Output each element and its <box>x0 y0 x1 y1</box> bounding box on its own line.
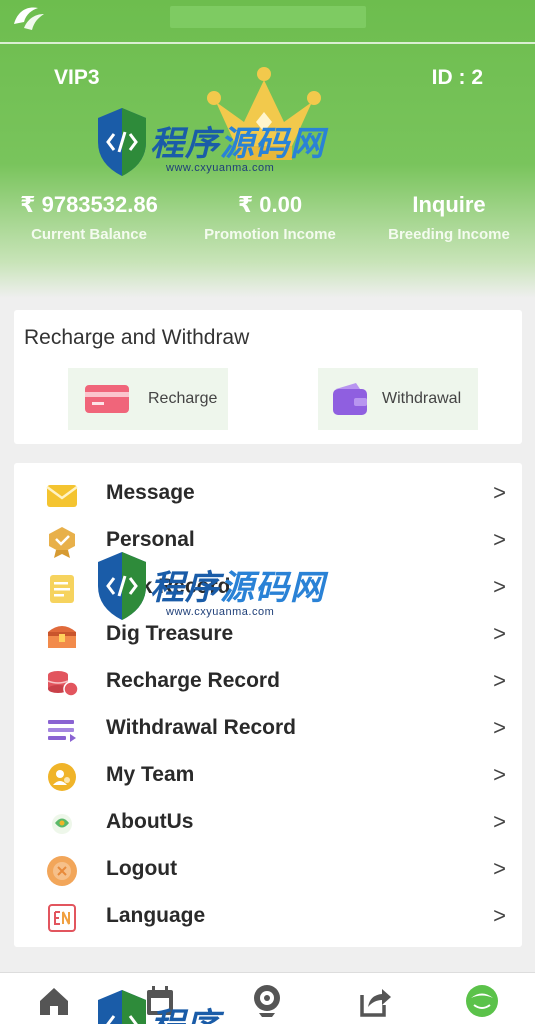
watermark-text: 程序源码网 <box>150 116 325 165</box>
chevron-right-icon: > <box>493 480 506 505</box>
menu-label-language: Language <box>106 904 206 927</box>
language-icon <box>48 904 76 932</box>
chevron-right-icon: > <box>493 621 506 646</box>
watermark-url: www.cxyuanma.com <box>166 162 275 174</box>
menu-item-language[interactable]: Language > <box>14 894 522 940</box>
stat-breeding-income[interactable]: Inquire Breeding Income <box>360 188 535 243</box>
chevron-right-icon: > <box>493 527 506 552</box>
menu-item-message[interactable]: Message > <box>14 471 522 517</box>
watermark: 程序 <box>92 984 332 1024</box>
current-balance-label: Current Balance <box>31 226 147 243</box>
withdrawal-button[interactable]: Withdrawal <box>318 368 478 430</box>
menu-item-logout[interactable]: Logout > <box>14 847 522 893</box>
share-icon[interactable] <box>354 981 394 1021</box>
menu-list: Message > Personal > Task Record > Dig T… <box>14 463 522 947</box>
chevron-right-icon: > <box>493 574 506 599</box>
watermark: 程序源码网 www.cxyuanma.com <box>92 546 332 642</box>
recharge-withdraw-title: Recharge and Withdraw <box>24 326 250 349</box>
watermark-text-b: 源码网 <box>220 124 325 164</box>
credit-card-icon <box>85 385 129 413</box>
user-id: ID : 2 <box>431 66 483 89</box>
logout-icon <box>47 856 77 886</box>
menu-label-logout: Logout <box>106 857 178 880</box>
wallet-icon <box>333 383 367 415</box>
chevron-right-icon: > <box>493 715 506 740</box>
chevron-right-icon: > <box>493 903 506 928</box>
chevron-right-icon: > <box>493 809 506 834</box>
watermark-text: 程序 <box>150 998 220 1024</box>
chevron-right-icon: > <box>493 856 506 881</box>
vip-level: VIP3 <box>54 66 100 89</box>
document-icon <box>50 575 74 603</box>
watermark-text-b: 源码网 <box>220 568 325 608</box>
envelope-icon <box>46 485 78 507</box>
menu-label-withdrawal-record: Withdrawal Record <box>106 716 297 739</box>
watermark-text-a: 程序 <box>150 568 220 608</box>
menu-item-withdrawal-record[interactable]: Withdrawal Record > <box>14 706 522 752</box>
top-bar <box>0 0 535 44</box>
watermark-text-a: 程序 <box>150 1006 220 1024</box>
badge-icon <box>49 527 75 558</box>
watermark-text: 程序源码网 <box>150 560 325 609</box>
breeding-income-inquire-link[interactable]: Inquire <box>360 188 535 222</box>
page-title-bar <box>170 6 366 28</box>
app-logo-icon <box>14 7 44 30</box>
withdrawal-label: Withdrawal <box>382 390 462 407</box>
menu-label-about-us: AboutUs <box>106 810 194 833</box>
info-icon <box>52 814 72 834</box>
watermark-text-a: 程序 <box>150 124 220 164</box>
chevron-right-icon: > <box>493 668 506 693</box>
menu-label-message: Message <box>106 481 195 504</box>
recharge-button[interactable]: Recharge <box>68 368 228 430</box>
recharge-label: Recharge <box>148 390 218 407</box>
menu-label-my-team: My Team <box>106 763 195 786</box>
shield-icon <box>98 990 146 1024</box>
promotion-income-label: Promotion Income <box>204 226 336 243</box>
list-icon <box>48 720 76 742</box>
treasure-chest-icon <box>48 626 76 648</box>
watermark: 程序源码网 www.cxyuanma.com <box>92 102 332 198</box>
profile-icon[interactable] <box>462 981 502 1021</box>
coins-icon <box>47 671 79 697</box>
menu-label-recharge-record: Recharge Record <box>106 669 280 692</box>
menu-item-recharge-record[interactable]: Recharge Record > <box>14 659 522 705</box>
menu-item-my-team[interactable]: My Team > <box>14 753 522 799</box>
shield-icon <box>98 552 146 620</box>
home-icon[interactable] <box>34 981 74 1021</box>
team-icon <box>48 763 76 791</box>
menu-item-about-us[interactable]: AboutUs > <box>14 800 522 846</box>
breeding-income-label: Breeding Income <box>388 226 510 243</box>
shield-icon <box>98 108 146 176</box>
watermark-url: www.cxyuanma.com <box>166 606 275 618</box>
recharge-withdraw-card: Recharge and Withdraw Recharge Withdrawa… <box>14 310 522 444</box>
chevron-right-icon: > <box>493 762 506 787</box>
